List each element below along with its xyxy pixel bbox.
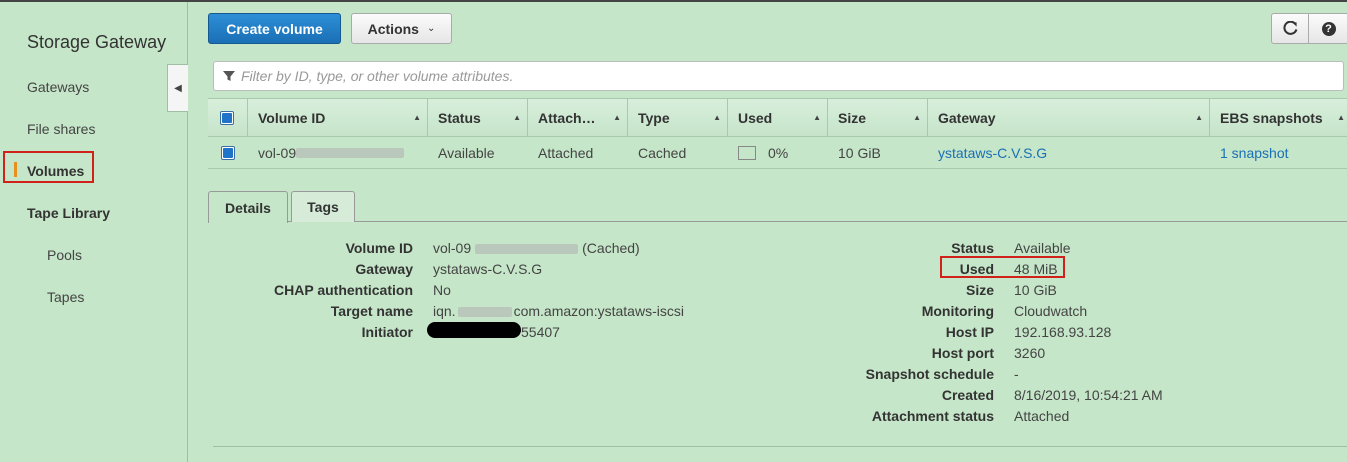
column-header-volume-id[interactable]: Volume ID ▲ bbox=[248, 99, 428, 136]
detail-label-volume-id: Volume ID bbox=[345, 240, 413, 256]
redacted-volume-id bbox=[296, 148, 405, 158]
detail-value-gateway-link[interactable]: ystataws-C.V.S.G bbox=[433, 261, 542, 277]
column-header-size[interactable]: Size ▲ bbox=[828, 99, 928, 136]
tab-details[interactable]: Details bbox=[208, 191, 288, 223]
column-header-attachment[interactable]: Attach… ▲ bbox=[528, 99, 628, 136]
sidebar-item-volumes[interactable]: Volumes bbox=[27, 163, 84, 179]
create-volume-button[interactable]: Create volume bbox=[208, 13, 341, 44]
column-header-used[interactable]: Used ▲ bbox=[728, 99, 828, 136]
bottom-divider bbox=[213, 446, 1347, 447]
refresh-button[interactable] bbox=[1271, 13, 1309, 44]
tab-tags[interactable]: Tags bbox=[291, 191, 355, 222]
sort-icon: ▲ bbox=[413, 113, 421, 122]
detail-label-gateway: Gateway bbox=[355, 261, 413, 277]
sort-icon: ▲ bbox=[713, 113, 721, 122]
column-header-ebs-snapshots[interactable]: EBS snapshots ▲ bbox=[1210, 99, 1347, 136]
detail-value-host-ip: 192.168.93.128 bbox=[1014, 324, 1112, 340]
help-icon: ? bbox=[1321, 21, 1336, 36]
detail-label-target-name: Target name bbox=[330, 303, 413, 319]
sidebar-item-file-shares[interactable]: File shares bbox=[27, 121, 95, 137]
detail-label-attachment-status: Attachment status bbox=[871, 408, 994, 424]
detail-label-snapshot-schedule: Snapshot schedule bbox=[865, 366, 994, 382]
column-header-status[interactable]: Status ▲ bbox=[428, 99, 528, 136]
sidebar-item-tape-library[interactable]: Tape Library bbox=[27, 205, 110, 221]
column-header-type[interactable]: Type ▲ bbox=[628, 99, 728, 136]
actions-button[interactable]: Actions ⌄ bbox=[351, 13, 452, 44]
cell-volume-id: vol-09 bbox=[258, 137, 405, 169]
detail-label-used: Used bbox=[959, 261, 994, 277]
detail-value-target-name: iqn. com.amazon:ystataws-iscsi bbox=[433, 303, 684, 319]
detail-value-monitoring-link[interactable]: Cloudwatch bbox=[1014, 303, 1087, 319]
detail-value-initiator: 55407 bbox=[521, 324, 560, 340]
detail-label-host-port: Host port bbox=[931, 345, 994, 361]
chevron-down-icon: ⌄ bbox=[426, 23, 436, 34]
column-header-gateway[interactable]: Gateway ▲ bbox=[928, 99, 1210, 136]
sidebar-title: Storage Gateway bbox=[27, 32, 167, 52]
detail-value-created: 8/16/2019, 10:54:21 AM bbox=[1014, 387, 1163, 403]
cell-status: Available bbox=[438, 145, 495, 161]
select-all-checkbox[interactable] bbox=[220, 110, 234, 125]
filter-icon bbox=[223, 71, 235, 81]
sort-icon: ▲ bbox=[1195, 113, 1203, 122]
detail-label-size: Size bbox=[965, 282, 994, 298]
sort-icon: ▲ bbox=[613, 113, 621, 122]
help-button[interactable]: ? bbox=[1309, 13, 1347, 44]
sidebar-item-gateways[interactable]: Gateways bbox=[27, 79, 89, 95]
active-indicator bbox=[14, 162, 17, 177]
top-border bbox=[0, 0, 1347, 2]
detail-label-created: Created bbox=[941, 387, 994, 403]
sort-icon: ▲ bbox=[513, 113, 521, 122]
sidebar-collapse-button[interactable]: ◀ bbox=[167, 64, 188, 112]
redacted-volume-id bbox=[475, 244, 579, 255]
detail-value-host-port: 3260 bbox=[1014, 345, 1046, 361]
sidebar-item-tapes[interactable]: Tapes bbox=[47, 289, 84, 305]
detail-label-status: Status bbox=[951, 240, 994, 256]
cell-size: 10 GiB bbox=[838, 145, 881, 161]
detail-value-status: Available bbox=[1014, 240, 1071, 256]
detail-value-size: 10 GiB bbox=[1014, 282, 1057, 298]
filter-bar bbox=[213, 61, 1344, 91]
detail-value-chap: No bbox=[433, 282, 451, 298]
row-select-cell[interactable] bbox=[221, 137, 235, 169]
redacted-target bbox=[457, 307, 512, 318]
cell-type: Cached bbox=[638, 145, 687, 161]
tab-divider bbox=[208, 221, 1347, 222]
detail-value-snapshot-schedule: - bbox=[1014, 366, 1019, 382]
cell-attachment: Attached bbox=[538, 145, 594, 161]
detail-label-chap: CHAP authentication bbox=[274, 282, 413, 298]
sidebar-item-pools[interactable]: Pools bbox=[47, 247, 82, 263]
used-progress-bar bbox=[738, 146, 756, 160]
refresh-icon bbox=[1282, 21, 1297, 35]
detail-label-initiator: Initiator bbox=[361, 324, 413, 340]
sort-icon: ▲ bbox=[813, 113, 821, 122]
chevron-left-icon: ◀ bbox=[174, 82, 182, 94]
table-row[interactable]: vol-09 Available Attached Cached 0% 10 G… bbox=[208, 137, 1347, 169]
detail-label-host-ip: Host IP bbox=[945, 324, 994, 340]
redacted-initiator bbox=[427, 322, 521, 338]
sidebar bbox=[0, 2, 188, 462]
cell-used: 0% bbox=[738, 137, 788, 169]
actions-label: Actions bbox=[367, 20, 419, 37]
detail-value-volume-id: vol-09 (Cached) bbox=[433, 240, 640, 256]
table-header: Volume ID ▲ Status ▲ Attach… ▲ Type ▲ Used ▲ … bbox=[208, 98, 1347, 137]
sort-icon: ▲ bbox=[1337, 113, 1345, 122]
cell-ebs-snapshots-link[interactable]: 1 snapshot bbox=[1220, 137, 1289, 169]
cell-gateway-link[interactable]: ystataws-C.V.S.G bbox=[938, 137, 1047, 169]
detail-value-attachment-status: Attached bbox=[1014, 408, 1070, 424]
detail-label-monitoring: Monitoring bbox=[921, 303, 994, 319]
detail-value-used: 48 MiB bbox=[1014, 261, 1058, 277]
row-checkbox[interactable] bbox=[221, 146, 235, 160]
sort-icon: ▲ bbox=[913, 113, 921, 122]
filter-input[interactable] bbox=[241, 63, 1336, 89]
select-all-cell[interactable] bbox=[208, 99, 248, 136]
